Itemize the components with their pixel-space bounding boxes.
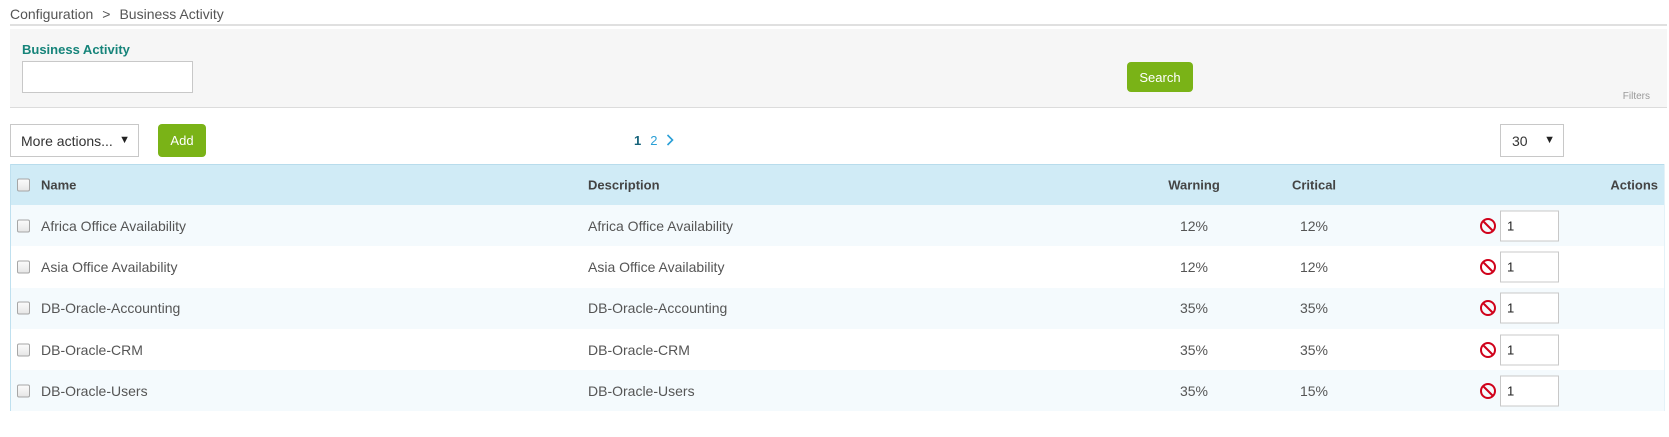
row-critical: 12% (1299, 217, 1329, 234)
ban-icon[interactable] (1479, 299, 1497, 317)
table-row: Asia Office Availability Asia Office Ava… (11, 246, 1664, 288)
row-name[interactable]: Africa Office Availability (41, 218, 186, 234)
pagination: 1 2 (634, 132, 678, 148)
row-description: DB-Oracle-CRM (588, 341, 690, 358)
more-actions-select[interactable]: More actions... ▼ (10, 124, 139, 157)
page-size-select[interactable]: 30 ▼ (1500, 124, 1564, 157)
ban-icon[interactable] (1479, 258, 1497, 276)
row-description: DB-Oracle-Accounting (588, 300, 728, 317)
row-description: Africa Office Availability (588, 217, 733, 234)
row-order-input[interactable] (1500, 292, 1559, 324)
row-warning: 12% (1179, 217, 1209, 234)
row-warning: 12% (1179, 258, 1209, 275)
page-size-value: 30 (1512, 132, 1528, 149)
row-critical: 35% (1299, 341, 1329, 358)
row-order-input[interactable] (1500, 375, 1559, 407)
chevron-right-icon[interactable] (666, 132, 678, 148)
column-header-actions: Actions (1610, 177, 1658, 193)
row-order-input[interactable] (1500, 251, 1559, 283)
divider (10, 24, 1667, 26)
table-row: DB-Oracle-CRM DB-Oracle-CRM 35% 35% (11, 328, 1664, 371)
row-name[interactable]: Asia Office Availability (41, 259, 177, 275)
row-description: Asia Office Availability (588, 258, 725, 275)
ban-icon[interactable] (1479, 341, 1497, 359)
row-description: DB-Oracle-Users (588, 382, 695, 399)
table-row: Africa Office Availability Africa Office… (11, 205, 1664, 247)
search-button[interactable]: Search (1127, 62, 1193, 92)
column-header-critical[interactable]: Critical (1292, 178, 1336, 193)
column-header-name[interactable]: Name (41, 178, 76, 193)
page-current: 1 (634, 132, 642, 148)
row-critical: 35% (1299, 300, 1329, 317)
row-checkbox[interactable] (17, 260, 30, 274)
row-warning: 35% (1179, 382, 1209, 399)
row-checkbox[interactable] (17, 219, 30, 233)
row-name[interactable]: DB-Oracle-Users (41, 383, 148, 399)
business-activity-table: Name Description Warning Critical Action… (10, 164, 1665, 412)
row-order-input[interactable] (1500, 334, 1559, 366)
ban-icon[interactable] (1479, 217, 1497, 235)
page-link-2[interactable]: 2 (650, 133, 657, 148)
row-checkbox[interactable] (17, 343, 30, 357)
row-warning: 35% (1179, 300, 1209, 317)
filter-panel: Business Activity Search Filters (10, 29, 1667, 108)
caret-down-icon: ▼ (1544, 134, 1555, 146)
filters-toggle[interactable]: Filters (1623, 91, 1650, 102)
business-activity-filter-label: Business Activity (22, 42, 130, 57)
business-activity-filter-input[interactable] (22, 61, 193, 93)
breadcrumb-configuration[interactable]: Configuration (10, 6, 93, 22)
ban-icon[interactable] (1479, 382, 1497, 400)
row-warning: 35% (1179, 341, 1209, 358)
select-all-checkbox[interactable] (17, 178, 30, 192)
row-checkbox[interactable] (17, 384, 30, 398)
row-checkbox[interactable] (17, 301, 30, 315)
row-name[interactable]: DB-Oracle-Accounting (41, 300, 180, 316)
row-name[interactable]: DB-Oracle-CRM (41, 342, 143, 358)
table-header: Name Description Warning Critical Action… (11, 164, 1664, 205)
add-button[interactable]: Add (158, 124, 206, 157)
breadcrumb: Configuration > Business Activity (10, 5, 224, 23)
caret-down-icon: ▼ (119, 134, 130, 146)
row-critical: 15% (1299, 382, 1329, 399)
more-actions-label: More actions... (21, 132, 113, 149)
column-header-warning[interactable]: Warning (1168, 178, 1220, 193)
column-header-description[interactable]: Description (588, 178, 660, 193)
table-row: DB-Oracle-Users DB-Oracle-Users 35% 15% (11, 370, 1664, 412)
breadcrumb-business-activity: Business Activity (119, 6, 224, 22)
breadcrumb-separator: > (102, 6, 111, 22)
row-critical: 12% (1299, 258, 1329, 275)
row-order-input[interactable] (1500, 210, 1559, 242)
table-row: DB-Oracle-Accounting DB-Oracle-Accountin… (11, 287, 1664, 329)
